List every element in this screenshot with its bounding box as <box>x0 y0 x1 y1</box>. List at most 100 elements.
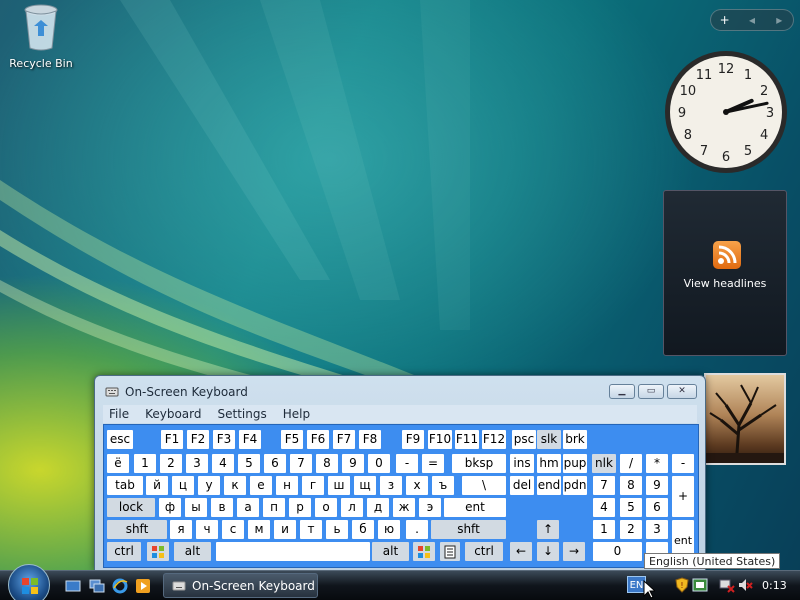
key-8[interactable]: 8 <box>316 454 338 473</box>
key-f2[interactable]: F2 <box>187 430 209 449</box>
key-f12[interactable]: F12 <box>482 430 506 449</box>
key-arrow-down[interactable]: ↓ <box>537 542 559 561</box>
taskbar-button-osk[interactable]: On-Screen Keyboard <box>163 573 318 598</box>
clock-gadget[interactable]: 12 12 3 45678 9 1011 <box>662 48 790 176</box>
key-yo[interactable]: ë <box>107 454 129 473</box>
key-f4[interactable]: F4 <box>239 430 261 449</box>
key-ch[interactable]: ч <box>196 520 218 539</box>
key-num-8[interactable]: 8 <box>620 476 642 495</box>
key-enter[interactable]: ent <box>444 498 506 517</box>
internet-explorer-icon[interactable] <box>112 578 128 594</box>
security-shield-icon[interactable]: ! <box>674 577 690 593</box>
key-num-9[interactable]: 9 <box>646 476 668 495</box>
key-num-5[interactable]: 5 <box>620 498 642 517</box>
key-1[interactable]: 1 <box>134 454 156 473</box>
key-num-1[interactable]: 1 <box>593 520 615 539</box>
key-windows-right[interactable] <box>413 542 435 561</box>
slideshow-gadget[interactable] <box>704 373 786 465</box>
maximize-button[interactable]: ▭ <box>638 384 664 399</box>
key-num-plus[interactable]: + <box>672 476 694 517</box>
security-center-icon[interactable] <box>692 577 708 593</box>
key-num-4[interactable]: 4 <box>593 498 615 517</box>
sidebar-next-button[interactable]: ▸ <box>766 13 792 27</box>
key-insert[interactable]: ins <box>510 454 534 473</box>
start-button[interactable] <box>8 564 50 600</box>
key-arrow-left[interactable]: ← <box>510 542 532 561</box>
key-f8[interactable]: F8 <box>359 430 381 449</box>
key-3[interactable]: 3 <box>186 454 208 473</box>
key-ctrl-right[interactable]: ctrl <box>465 542 503 561</box>
key-p[interactable]: п <box>263 498 285 517</box>
key-f9[interactable]: F9 <box>402 430 424 449</box>
key-d[interactable]: д <box>367 498 389 517</box>
key-f11[interactable]: F11 <box>455 430 479 449</box>
key-f1[interactable]: F1 <box>161 430 183 449</box>
key-windows-left[interactable] <box>147 542 169 561</box>
key-u[interactable]: у <box>198 476 220 495</box>
key-4[interactable]: 4 <box>212 454 234 473</box>
key-7[interactable]: 7 <box>290 454 312 473</box>
feed-headlines-gadget[interactable]: View headlines <box>663 190 787 356</box>
key-zh[interactable]: ж <box>393 498 415 517</box>
key-shch[interactable]: щ <box>354 476 376 495</box>
key-page-down[interactable]: pdn <box>563 476 587 495</box>
key-n[interactable]: н <box>276 476 298 495</box>
key-f[interactable]: ф <box>159 498 181 517</box>
key-f6[interactable]: F6 <box>307 430 329 449</box>
key-f5[interactable]: F5 <box>281 430 303 449</box>
menu-keyboard[interactable]: Keyboard <box>145 407 201 421</box>
key-equals[interactable]: = <box>422 454 444 473</box>
key-s[interactable]: с <box>222 520 244 539</box>
close-button[interactable]: ✕ <box>667 384 697 399</box>
key-page-up[interactable]: pup <box>563 454 587 473</box>
menu-help[interactable]: Help <box>283 407 310 421</box>
key-k[interactable]: к <box>224 476 246 495</box>
key-arrow-up[interactable]: ↑ <box>537 520 559 539</box>
key-g[interactable]: г <box>302 476 324 495</box>
key-num-lock[interactable]: nlk <box>592 454 616 473</box>
key-ctrl-left[interactable]: ctrl <box>107 542 141 561</box>
key-num-minus[interactable]: - <box>672 454 694 473</box>
show-desktop-icon[interactable] <box>65 578 81 594</box>
key-r[interactable]: р <box>289 498 311 517</box>
key-yery[interactable]: ы <box>185 498 207 517</box>
volume-muted-icon[interactable] <box>737 577 753 593</box>
key-ye[interactable]: е <box>250 476 272 495</box>
key-num-2[interactable]: 2 <box>620 520 642 539</box>
key-b[interactable]: б <box>352 520 374 539</box>
key-print-screen[interactable]: psc <box>512 430 536 449</box>
key-z[interactable]: з <box>380 476 402 495</box>
key-y[interactable]: й <box>146 476 168 495</box>
key-yu[interactable]: ю <box>378 520 400 539</box>
media-player-icon[interactable] <box>135 578 151 594</box>
key-5[interactable]: 5 <box>238 454 260 473</box>
key-menu[interactable] <box>440 542 460 561</box>
key-esc[interactable]: esc <box>107 430 133 449</box>
key-0[interactable]: 0 <box>368 454 390 473</box>
key-f7[interactable]: F7 <box>333 430 355 449</box>
add-gadget-button[interactable]: + <box>712 13 738 27</box>
key-break[interactable]: brk <box>563 430 587 449</box>
key-shift-right[interactable]: shft <box>431 520 506 539</box>
key-num-0[interactable]: 0 <box>593 542 642 561</box>
key-delete[interactable]: del <box>510 476 534 495</box>
key-home[interactable]: hm <box>537 454 561 473</box>
clock-time[interactable]: 0:13 <box>762 579 787 592</box>
switch-windows-icon[interactable] <box>89 578 105 594</box>
key-f10[interactable]: F10 <box>428 430 452 449</box>
key-backspace[interactable]: bksp <box>452 454 506 473</box>
key-o[interactable]: о <box>315 498 337 517</box>
key-scroll-lock[interactable]: slk <box>537 430 561 449</box>
key-sh[interactable]: ш <box>328 476 350 495</box>
menu-settings[interactable]: Settings <box>218 407 267 421</box>
key-v[interactable]: в <box>211 498 233 517</box>
key-6[interactable]: 6 <box>264 454 286 473</box>
key-m[interactable]: м <box>248 520 270 539</box>
key-e[interactable]: э <box>419 498 441 517</box>
key-soft-sign[interactable]: ь <box>326 520 348 539</box>
minimize-button[interactable]: ▁ <box>609 384 635 399</box>
key-f3[interactable]: F3 <box>213 430 235 449</box>
key-arrow-right[interactable]: → <box>563 542 585 561</box>
key-end[interactable]: end <box>537 476 561 495</box>
key-backslash[interactable]: \ <box>462 476 506 495</box>
